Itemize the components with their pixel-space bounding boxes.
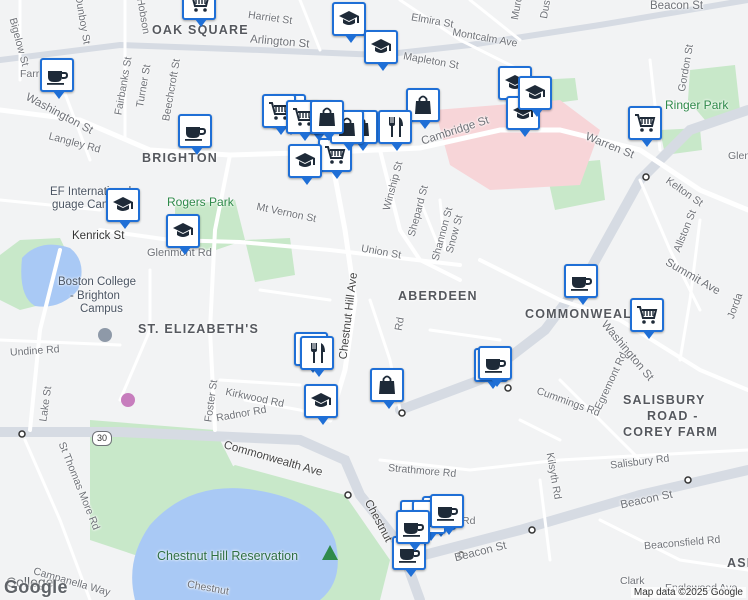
grocery-marker[interactable]	[182, 0, 216, 27]
school-marker[interactable]	[288, 144, 322, 185]
grocery-marker[interactable]	[630, 298, 664, 339]
school-icon	[525, 85, 545, 99]
poi-label: - Brighton	[70, 290, 120, 302]
school-marker[interactable]	[304, 384, 338, 425]
cafe-marker[interactable]	[178, 114, 212, 155]
bag-icon	[319, 107, 335, 126]
cart-icon	[637, 306, 658, 324]
school-icon	[113, 197, 133, 211]
school-icon	[371, 39, 391, 53]
park-label: Chestnut Hill Reservation	[157, 549, 299, 563]
street-label: Kenrick St	[72, 230, 125, 242]
cafe-marker[interactable]	[564, 264, 598, 305]
neighborhood-label: SALISBURY	[623, 393, 706, 407]
map-copyright: Map data ©2025 Google	[630, 587, 746, 598]
coffee-icon	[403, 523, 425, 537]
school-marker[interactable]	[106, 188, 140, 229]
cafe-marker[interactable]	[40, 58, 74, 99]
cafe-marker[interactable]	[478, 346, 512, 387]
neighborhood-label: ABERDEEN	[398, 289, 478, 303]
school-icon	[311, 393, 331, 407]
cart-icon	[635, 114, 656, 132]
google-logo: Google	[4, 577, 68, 597]
coffee-icon	[571, 277, 593, 291]
map-canvas[interactable]: OAK SQUARE BRIGHTON ST. ELIZABETH'S ABER…	[0, 0, 748, 600]
cafe-marker[interactable]	[396, 510, 430, 551]
restaurant-marker[interactable]	[300, 336, 334, 377]
cafe-marker[interactable]	[430, 494, 464, 535]
school-marker[interactable]	[518, 76, 552, 117]
school-icon	[295, 153, 315, 167]
coffee-icon	[185, 127, 207, 141]
school-marker[interactable]	[364, 30, 398, 71]
neighborhood-label: BRIGHTON	[142, 151, 219, 165]
coffee-icon	[485, 359, 507, 373]
street-label: Rd	[392, 316, 407, 332]
neighborhood-label: ROAD -	[647, 409, 699, 423]
school-marker[interactable]	[332, 2, 366, 43]
street-label: Farr	[20, 68, 40, 80]
neighborhood-label: COREY FARM	[623, 425, 719, 439]
coffee-icon	[437, 507, 459, 521]
shop-marker[interactable]	[310, 100, 344, 141]
restaurant-marker[interactable]	[378, 110, 412, 151]
shop-marker[interactable]	[370, 368, 404, 409]
coffee-icon	[47, 71, 69, 85]
poi-label: Campus	[80, 303, 123, 315]
school-icon	[173, 223, 193, 237]
school-icon	[339, 11, 359, 25]
route-shield: 30	[92, 431, 112, 446]
park-label: Rogers Park	[167, 195, 234, 209]
fork-icon	[311, 343, 325, 363]
neighborhood-label: ASH	[727, 556, 748, 570]
neighborhood-label: ST. ELIZABETH'S	[138, 322, 259, 336]
street-label-beacon-top: Beacon St	[650, 0, 704, 12]
grocery-marker[interactable]	[628, 106, 662, 147]
poi-label: Boston College	[58, 276, 136, 288]
street-label: Glen	[728, 150, 748, 162]
bag-icon	[415, 95, 431, 114]
street-label: Clark	[620, 575, 645, 587]
fork-icon	[389, 117, 403, 137]
park-label: Ringer Park	[665, 98, 729, 112]
cart-icon	[192, 0, 209, 12]
bag-icon	[379, 375, 395, 394]
school-marker[interactable]	[166, 214, 200, 255]
street-label: Rd	[462, 515, 476, 527]
